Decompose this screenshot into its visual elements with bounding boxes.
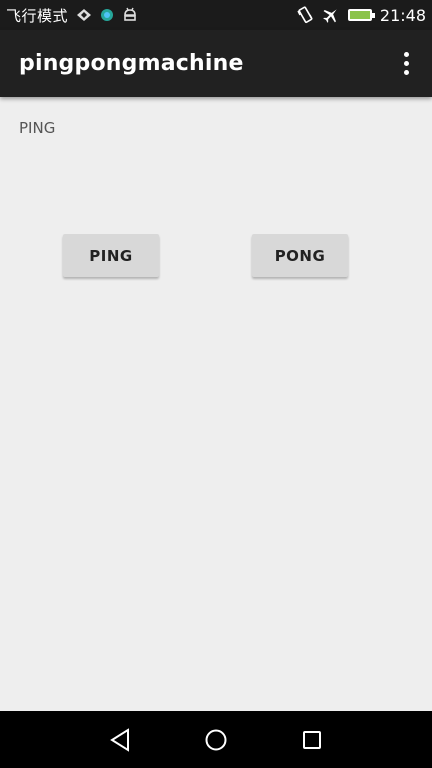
airplane-mode-icon bbox=[322, 6, 340, 24]
app-title: pingpongmachine bbox=[19, 51, 244, 76]
ping-button[interactable]: PING bbox=[63, 234, 159, 277]
battery-charging-icon bbox=[347, 9, 375, 21]
status-bar: 飞行模式 21:48 bbox=[0, 0, 432, 30]
back-icon[interactable] bbox=[72, 711, 168, 768]
status-time: 21:48 bbox=[379, 5, 426, 25]
recents-icon[interactable] bbox=[264, 711, 360, 768]
more-vert-icon[interactable] bbox=[394, 46, 418, 82]
app-bar: pingpongmachine bbox=[0, 30, 432, 97]
status-bar-left: 飞行模式 bbox=[6, 5, 138, 26]
vibrate-icon bbox=[296, 6, 314, 24]
navigation-bar bbox=[0, 711, 432, 768]
main-content: PING PING PONG bbox=[0, 97, 432, 711]
signal-icon bbox=[76, 8, 92, 22]
android-icon bbox=[122, 7, 138, 23]
home-icon[interactable] bbox=[168, 711, 264, 768]
status-label: PING bbox=[19, 119, 56, 137]
status-bar-right: 21:48 bbox=[296, 6, 426, 25]
pong-button[interactable]: PONG bbox=[252, 234, 348, 277]
airplane-mode-text: 飞行模式 bbox=[6, 6, 69, 25]
app-notification-icon bbox=[100, 8, 114, 22]
